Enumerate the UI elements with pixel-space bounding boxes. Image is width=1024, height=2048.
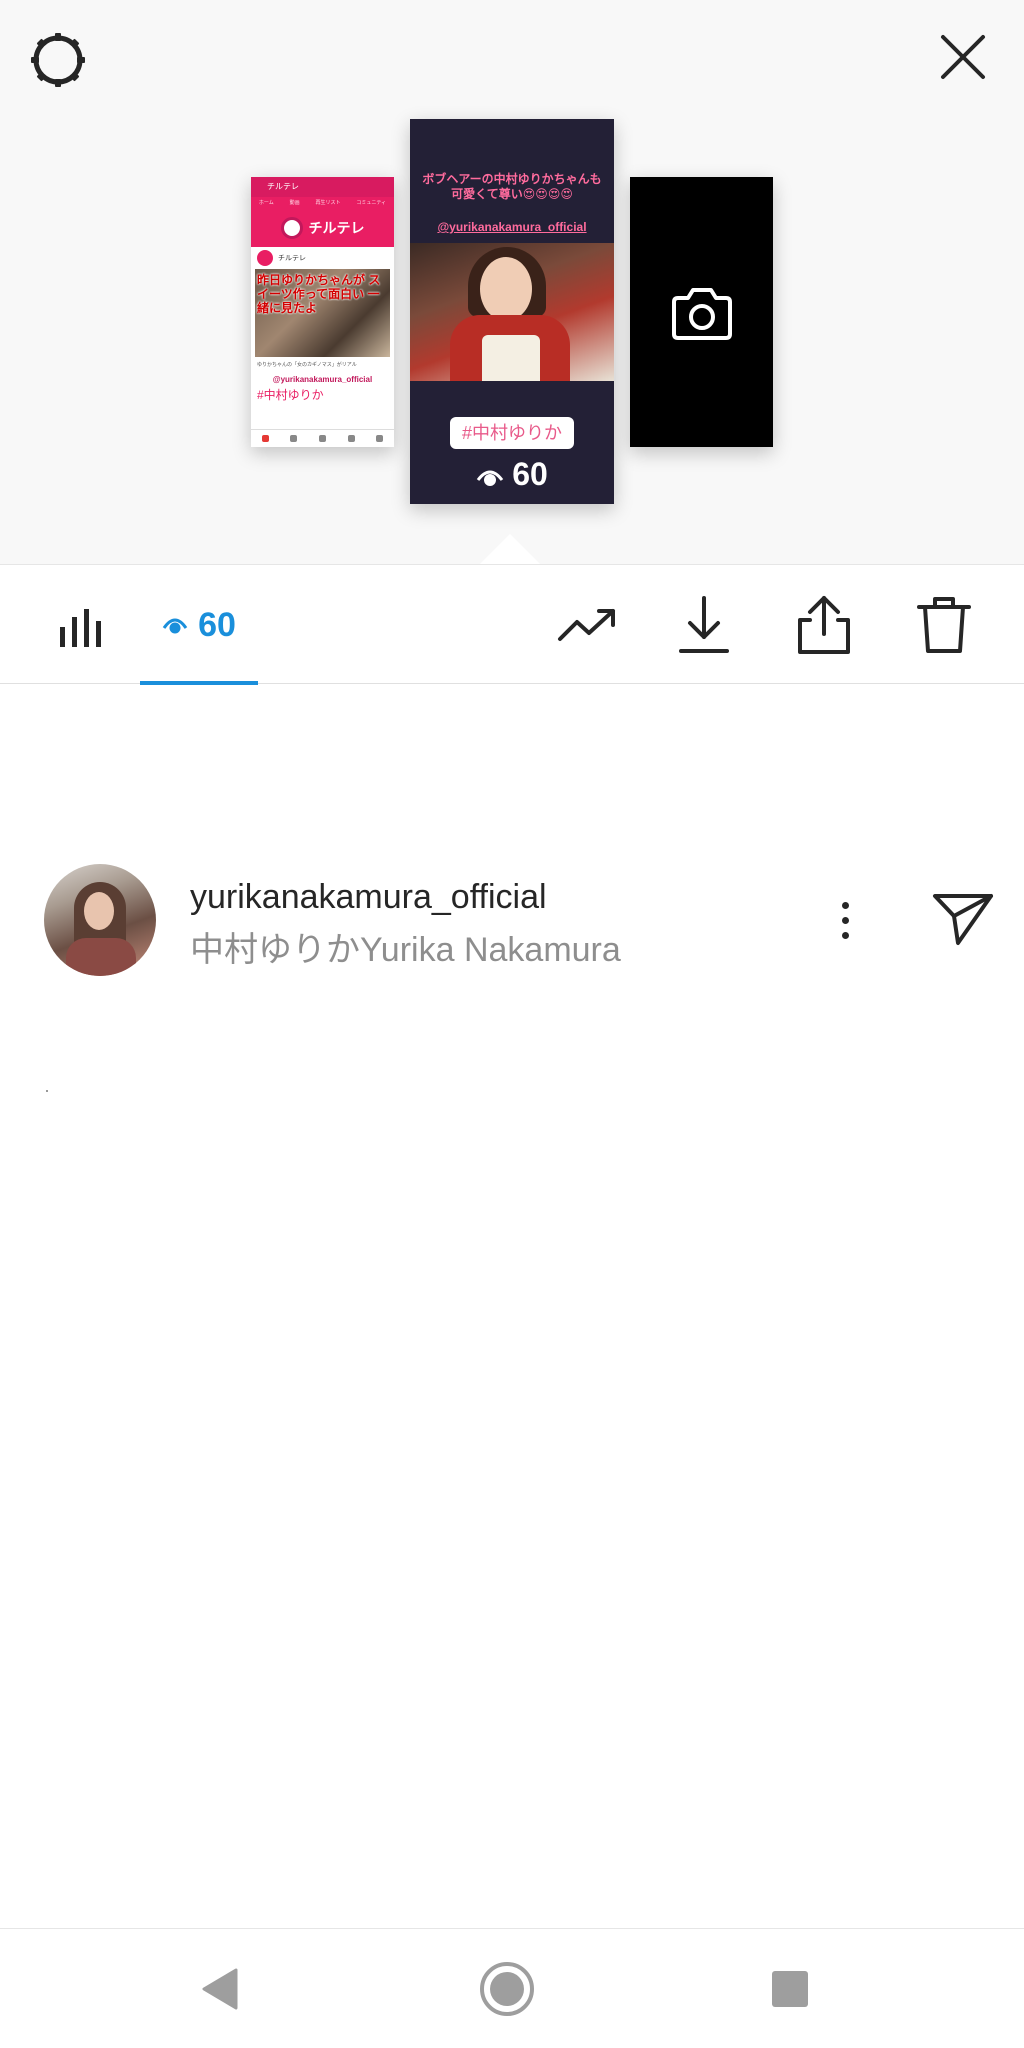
share-icon: [798, 596, 850, 654]
save-button[interactable]: [672, 565, 736, 685]
inbox-icon: [347, 435, 355, 442]
home-circle-icon: [480, 1962, 534, 2016]
viewer-count: 60: [198, 605, 236, 644]
avatar[interactable]: [44, 864, 156, 976]
delete-button[interactable]: [912, 565, 976, 685]
channel-name: チルテレ: [278, 255, 306, 262]
viewers-tab[interactable]: 60: [140, 565, 258, 685]
home-icon: [261, 435, 269, 442]
selection-pointer: [480, 534, 540, 564]
recents-square-icon: [772, 1971, 808, 2007]
viewer-full-name: 中村ゆりかYurika Nakamura: [190, 931, 621, 969]
promote-button[interactable]: [552, 565, 622, 685]
story-mention: @yurikanakamura_official: [437, 220, 587, 234]
paper-plane-icon: [933, 894, 993, 945]
more-vertical-icon: [841, 901, 849, 909]
eye-icon: [477, 470, 504, 486]
thumbnail-bottom-nav: [251, 429, 394, 447]
share-button[interactable]: [792, 565, 856, 685]
subscriptions-icon: [318, 435, 326, 442]
explore-icon: [290, 435, 298, 442]
close-button[interactable]: [940, 34, 986, 80]
home-button[interactable]: [476, 1959, 538, 2019]
thumbnail-banner: チルテレ: [251, 209, 394, 247]
story-caption: ボブヘアーの中村ゆりかちゃんも可愛くて尊い😍😍😍😍: [422, 172, 602, 201]
story-photo: [410, 243, 614, 381]
insights-button[interactable]: [50, 565, 110, 685]
more-options-button[interactable]: [830, 890, 860, 950]
send-message-button[interactable]: [932, 890, 994, 946]
thumbnail-channel-row: チルテレ: [251, 247, 394, 269]
camera-icon: [671, 288, 732, 340]
story-view-count: 60: [410, 456, 614, 493]
story-thumbnail-add[interactable]: [630, 177, 773, 447]
story-thumbnail-previous[interactable]: チルテレ ホーム 動画 再生リスト コミュニティ チルテレ チルテレ 昨日ゆりか…: [251, 177, 394, 447]
close-icon: [941, 35, 985, 79]
channel-avatar: [257, 250, 273, 266]
active-tab-indicator: [140, 681, 258, 685]
thumbnail-tabs: ホーム 動画 再生リスト コミュニティ: [251, 197, 394, 209]
thumbnail-tab: 動画: [289, 200, 300, 206]
settings-button[interactable]: [28, 30, 88, 90]
story-toolbar: 60: [0, 564, 1024, 685]
back-triangle-icon: [202, 1968, 238, 2010]
channel-logo-icon: [280, 217, 303, 239]
recents-button[interactable]: [760, 1959, 820, 2019]
story-hashtag-sticker: #中村ゆりか: [450, 417, 574, 449]
trending-up-icon: [558, 609, 615, 641]
library-icon: [376, 435, 384, 442]
thumbnail-video-image: 昨日ゆりかちゃんが スイーツ作って面白い 一緒に見たよ: [255, 269, 390, 357]
thumbnail-tab: 再生リスト: [315, 200, 341, 206]
thumbnail-caption: ゆりかちゃんの「女のカギノマス」がリアル: [257, 362, 357, 368]
thumbnail-handle: @yurikanakamura_official: [272, 375, 373, 384]
thumbnail-tab: コミュニティ: [356, 200, 387, 206]
eye-icon: [162, 618, 188, 634]
thumbnail-overlay-text: 昨日ゆりかちゃんが スイーツ作って面白い 一緒に見たよ: [257, 273, 381, 315]
thumbnail-app-bar: チルテレ: [251, 177, 394, 197]
back-button[interactable]: [190, 1959, 250, 2019]
gear-icon: [31, 33, 85, 87]
story-thumbnail-current[interactable]: ボブヘアーの中村ゆりかちゃんも可愛くて尊い😍😍😍😍 @yurikanakamur…: [410, 119, 614, 504]
viewer-list-item[interactable]: yurikanakamura_official 中村ゆりかYurika Naka…: [0, 860, 1024, 980]
download-icon: [679, 596, 729, 653]
bar-chart-icon: [60, 609, 101, 647]
banner-title: チルテレ: [308, 220, 365, 236]
viewer-username[interactable]: yurikanakamura_official: [190, 878, 547, 917]
system-navigation-bar: [0, 1928, 1024, 2048]
trash-icon: [917, 597, 971, 653]
thumbnail-tab: ホーム: [258, 200, 274, 206]
story-preview-area: チルテレ ホーム 動画 再生リスト コミュニティ チルテレ チルテレ 昨日ゆりか…: [0, 0, 1024, 564]
decorative-speck: [46, 1090, 48, 1092]
thumbnail-hashtag: #中村ゆりか: [257, 388, 324, 402]
story-view-count-value: 60: [512, 456, 548, 492]
